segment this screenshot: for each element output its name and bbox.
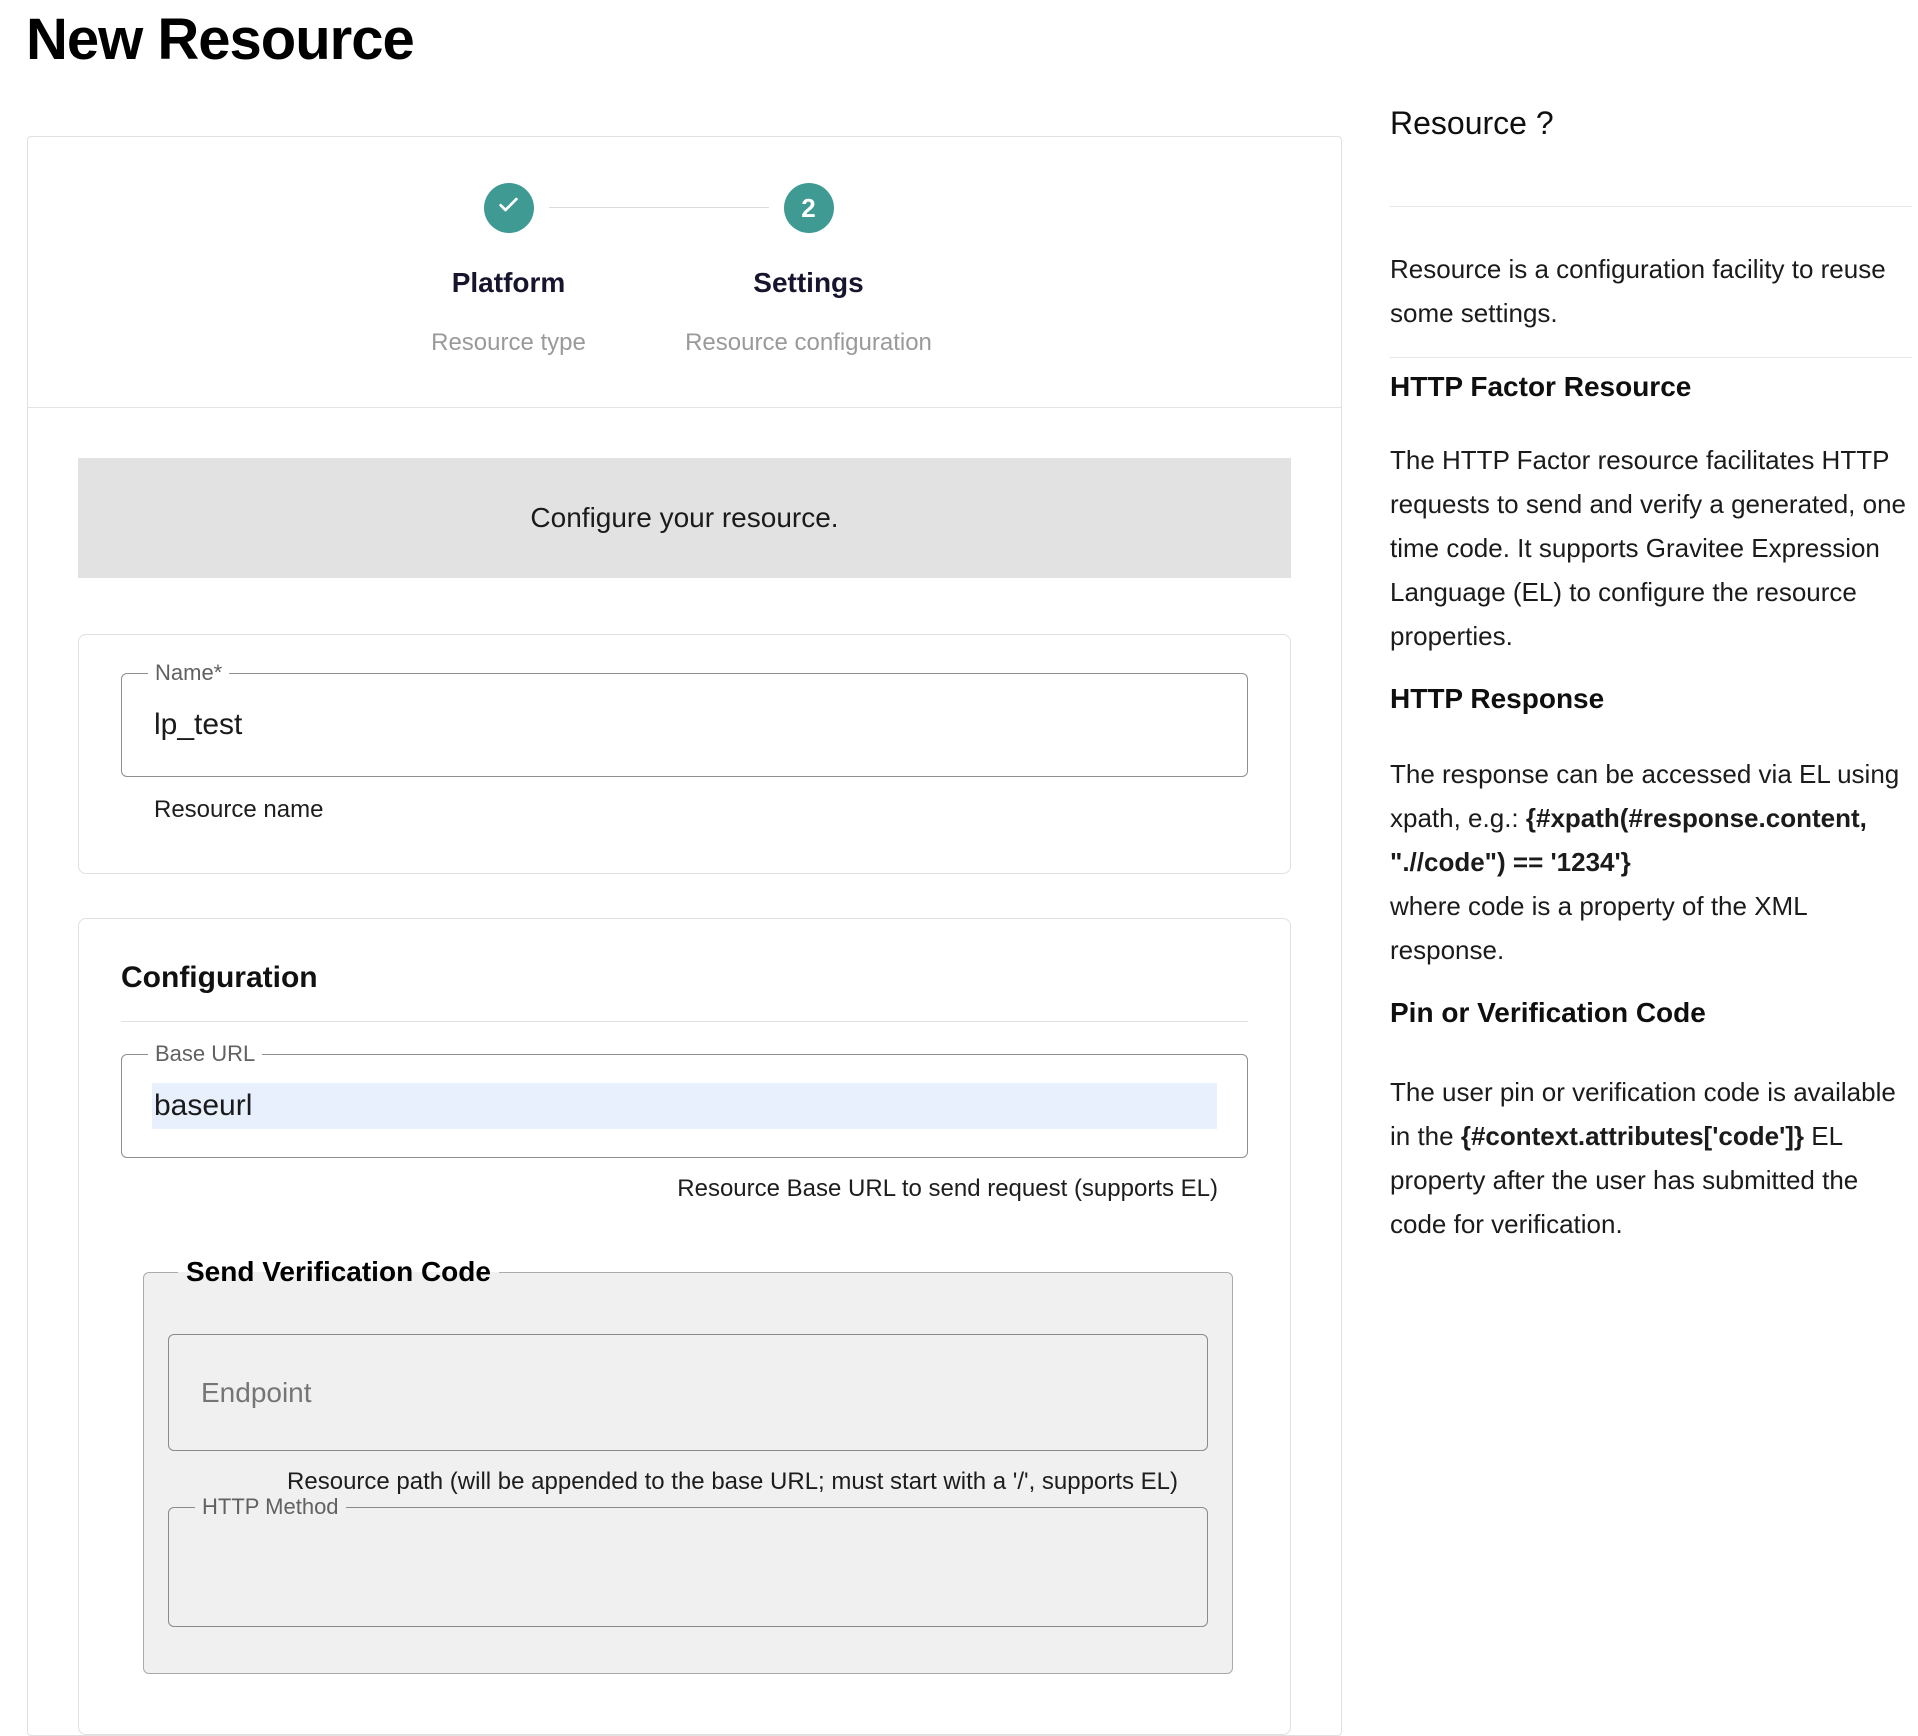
stepper-step-platform[interactable]: Platform Resource type xyxy=(484,183,534,233)
configuration-heading: Configuration xyxy=(121,961,1248,995)
name-field-label: Name* xyxy=(148,661,229,685)
help-title: Resource ? xyxy=(1390,104,1912,142)
step-sublabel: Resource type xyxy=(431,329,586,357)
base-url-field-hint: Resource Base URL to send request (suppo… xyxy=(121,1174,1248,1204)
help-text-pin-code: The user pin or verification code is ava… xyxy=(1390,1070,1912,1246)
endpoint-field-hint: Resource path (will be appended to the b… xyxy=(168,1467,1208,1497)
stepper-connector-line xyxy=(549,207,769,233)
help-divider xyxy=(1390,206,1912,207)
step-number-circle[interactable]: 2 xyxy=(784,183,834,233)
step-completed-circle[interactable] xyxy=(484,183,534,233)
stepper: Platform Resource type 2 Settings Resour… xyxy=(28,137,1341,408)
configuration-divider xyxy=(121,1021,1248,1022)
step-sublabel: Resource configuration xyxy=(685,329,932,357)
name-section-card: Name* Resource name xyxy=(78,634,1291,874)
check-icon xyxy=(495,191,522,225)
new-resource-card: Platform Resource type 2 Settings Resour… xyxy=(27,136,1342,1736)
help-heading-http-response: HTTP Response xyxy=(1390,682,1912,716)
help-intro-text: Resource is a configuration facility to … xyxy=(1390,247,1912,335)
name-input[interactable] xyxy=(152,702,1217,748)
step-label: Settings xyxy=(753,267,863,299)
send-verification-code-legend: Send Verification Code xyxy=(178,1256,499,1288)
step-number: 2 xyxy=(801,193,815,224)
endpoint-input[interactable] xyxy=(199,1370,1177,1416)
page-title: New Resource xyxy=(26,6,414,73)
help-code-context-attributes: {#context.attributes['code']} xyxy=(1461,1121,1804,1151)
help-text-http-factor: The HTTP Factor resource facilitates HTT… xyxy=(1390,438,1912,658)
help-text: where code is a property of the XML resp… xyxy=(1390,884,1912,972)
banner-text: Configure your resource. xyxy=(530,502,838,534)
resource-help-panel: Resource ? Resource is a configuration f… xyxy=(1390,104,1912,1246)
help-heading-pin-code: Pin or Verification Code xyxy=(1390,996,1912,1030)
http-method-field-label: HTTP Method xyxy=(195,1495,346,1519)
base-url-field-label: Base URL xyxy=(148,1042,262,1066)
send-verification-code-group: Send Verification Code Resource path (wi… xyxy=(143,1256,1233,1674)
endpoint-field-outline xyxy=(168,1334,1208,1451)
configure-resource-banner: Configure your resource. xyxy=(78,458,1291,578)
stepper-step-settings[interactable]: 2 Settings Resource configuration xyxy=(784,183,834,233)
help-heading-http-factor: HTTP Factor Resource xyxy=(1390,370,1912,404)
help-divider xyxy=(1390,357,1912,358)
step-label: Platform xyxy=(452,267,566,299)
base-url-field-outline: Base URL xyxy=(121,1054,1248,1158)
name-field-outline: Name* xyxy=(121,673,1248,777)
help-text-http-response: The response can be accessed via EL usin… xyxy=(1390,752,1912,972)
name-field-hint: Resource name xyxy=(121,795,1248,825)
http-method-field-outline[interactable]: HTTP Method xyxy=(168,1507,1208,1627)
configuration-section-card: Configuration Base URL Resource Base URL… xyxy=(78,918,1291,1735)
base-url-input[interactable] xyxy=(152,1083,1217,1129)
